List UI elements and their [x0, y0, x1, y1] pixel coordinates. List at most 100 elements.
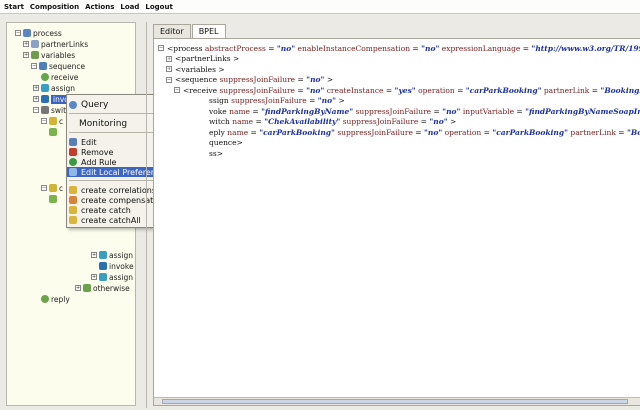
edit-icon — [69, 138, 77, 146]
bpel-source-view[interactable]: − <process abstractProcess = "no" enable… — [153, 38, 640, 406]
code-tag: > — [450, 117, 457, 127]
code-value: "findParkingByNameSoapIn" — [525, 106, 640, 116]
assign-icon — [99, 273, 107, 281]
collapse-icon[interactable]: − — [166, 76, 172, 83]
code-tag: ssign — [209, 96, 229, 106]
compensation-icon — [69, 196, 77, 204]
menu-actions[interactable]: Actions — [85, 3, 114, 11]
process-icon — [23, 29, 31, 37]
collapse-icon[interactable]: − — [174, 87, 180, 94]
code-attr: expressionLanguage — [441, 43, 521, 53]
menu-start[interactable]: Start — [4, 3, 24, 11]
code-tag: <receive — [183, 85, 218, 95]
menu-composition[interactable]: Composition — [30, 3, 79, 11]
tab-editor[interactable]: Editor — [153, 24, 191, 38]
collapse-icon[interactable]: − — [158, 45, 164, 52]
code-line: − <receive suppressJoinFailure = "no" cr… — [158, 85, 640, 96]
tree-node-process[interactable]: − process — [15, 28, 62, 38]
collapse-icon[interactable]: − — [41, 185, 47, 191]
add-icon — [69, 158, 77, 166]
code-value: "no" — [423, 127, 443, 137]
tree-node-case-child[interactable] — [49, 194, 59, 204]
menu-item-label: Add Rule — [81, 157, 117, 167]
menu-logout[interactable]: Logout — [145, 3, 172, 11]
menu-load[interactable]: Load — [120, 3, 139, 11]
code-attr: abstractProcess — [204, 43, 266, 53]
code-value: "no" — [317, 96, 337, 106]
tree-node-assign[interactable]: + assign — [33, 83, 75, 93]
menu-item-label: Query — [81, 99, 109, 110]
tree-label: otherwise — [93, 283, 130, 293]
tab-bpel[interactable]: BPEL — [191, 24, 226, 38]
partnerlinks-icon — [31, 40, 39, 48]
tree-label: variables — [41, 50, 76, 60]
scrollbar-thumb[interactable] — [162, 399, 628, 404]
code-value: "no" — [429, 117, 448, 127]
expand-icon[interactable]: + — [166, 55, 172, 62]
assign-icon — [99, 251, 107, 259]
code-block: − <process abstractProcess = "no" enable… — [158, 43, 640, 159]
remove-icon — [69, 148, 77, 156]
code-attr: enableInstanceCompensation — [297, 43, 411, 53]
collapse-icon[interactable]: − — [31, 63, 37, 69]
tree-node-case[interactable]: − c — [41, 116, 63, 126]
expand-icon[interactable]: + — [166, 66, 172, 73]
tree-node-assign[interactable]: + assign — [91, 272, 133, 282]
tree-node-partnerlinks[interactable]: + partnerLinks — [23, 39, 88, 49]
tree-node-case-child[interactable] — [49, 127, 59, 137]
tree-node-sequence[interactable]: − sequence — [31, 61, 85, 71]
assign-icon — [41, 84, 49, 92]
code-attr: suppressJoinFailure — [231, 96, 307, 106]
code-line: ssign suppressJoinFailure = "no" > — [209, 96, 345, 106]
tree-node-variables[interactable]: + variables — [23, 50, 75, 60]
expand-icon[interactable]: + — [75, 285, 81, 291]
menu-item-label: Remove — [81, 147, 114, 157]
switch-icon — [41, 106, 49, 114]
tree-node-receive[interactable]: receive — [41, 72, 78, 82]
code-line: + <partnerLinks > — [158, 54, 640, 65]
tree-node-invoke[interactable]: invoke — [99, 261, 134, 271]
menu-bar: Start Composition Actions Load Logout — [0, 0, 640, 14]
code-value: "carParkBooking" — [465, 85, 542, 95]
expand-icon[interactable]: + — [23, 41, 29, 47]
expand-icon[interactable]: + — [23, 52, 29, 58]
code-attr: operation — [444, 127, 482, 137]
code-value: "no" — [442, 106, 461, 116]
code-value: "carParkBooking" — [492, 127, 569, 137]
collapse-icon[interactable]: − — [41, 118, 47, 124]
tree-label: partnerLinks — [41, 39, 89, 49]
code-tag: > — [326, 75, 334, 85]
catch-icon — [69, 206, 77, 214]
expand-icon[interactable]: + — [91, 274, 97, 280]
code-line: ss> — [158, 148, 640, 159]
code-attr: name — [229, 106, 250, 116]
collapse-icon[interactable]: − — [33, 107, 39, 113]
preferences-icon — [69, 168, 77, 176]
tree-label: sequence — [49, 61, 86, 71]
expand-icon[interactable]: + — [91, 252, 97, 258]
code-tag: ss> — [209, 148, 223, 158]
code-line: quence> — [158, 138, 640, 149]
code-line: witch name = "ChekAvailability" suppress… — [209, 117, 457, 127]
horizontal-scrollbar[interactable] — [154, 397, 640, 405]
tab-bar: Editor BPEL — [153, 24, 226, 38]
code-tag: > — [338, 96, 345, 106]
tree-node-assign[interactable]: + assign — [91, 250, 133, 260]
tree-node-case[interactable]: − c — [41, 183, 63, 193]
menu-item-label: create correlations — [81, 185, 157, 195]
collapse-icon[interactable]: − — [15, 30, 21, 36]
code-value: "no" — [306, 85, 325, 95]
tree-node-otherwise[interactable]: + otherwise — [75, 283, 130, 293]
code-line: − <sequence suppressJoinFailure = "no" > — [166, 75, 334, 85]
variables-icon — [31, 51, 39, 59]
menu-item-label: create catchAll — [81, 215, 141, 225]
editor-panel: Editor BPEL − <process abstractProcess =… — [146, 22, 640, 408]
tree-node-reply[interactable]: reply — [41, 294, 70, 304]
code-value: "BookingLink" — [600, 85, 640, 95]
code-attr: suppressJoinFailure — [219, 85, 295, 95]
code-attr: suppressJoinFailure — [337, 127, 413, 137]
expand-icon[interactable]: + — [33, 85, 39, 91]
code-attr: suppressJoinFailure — [219, 75, 296, 85]
invoke-icon — [99, 262, 107, 270]
expand-icon[interactable]: + — [33, 96, 39, 102]
